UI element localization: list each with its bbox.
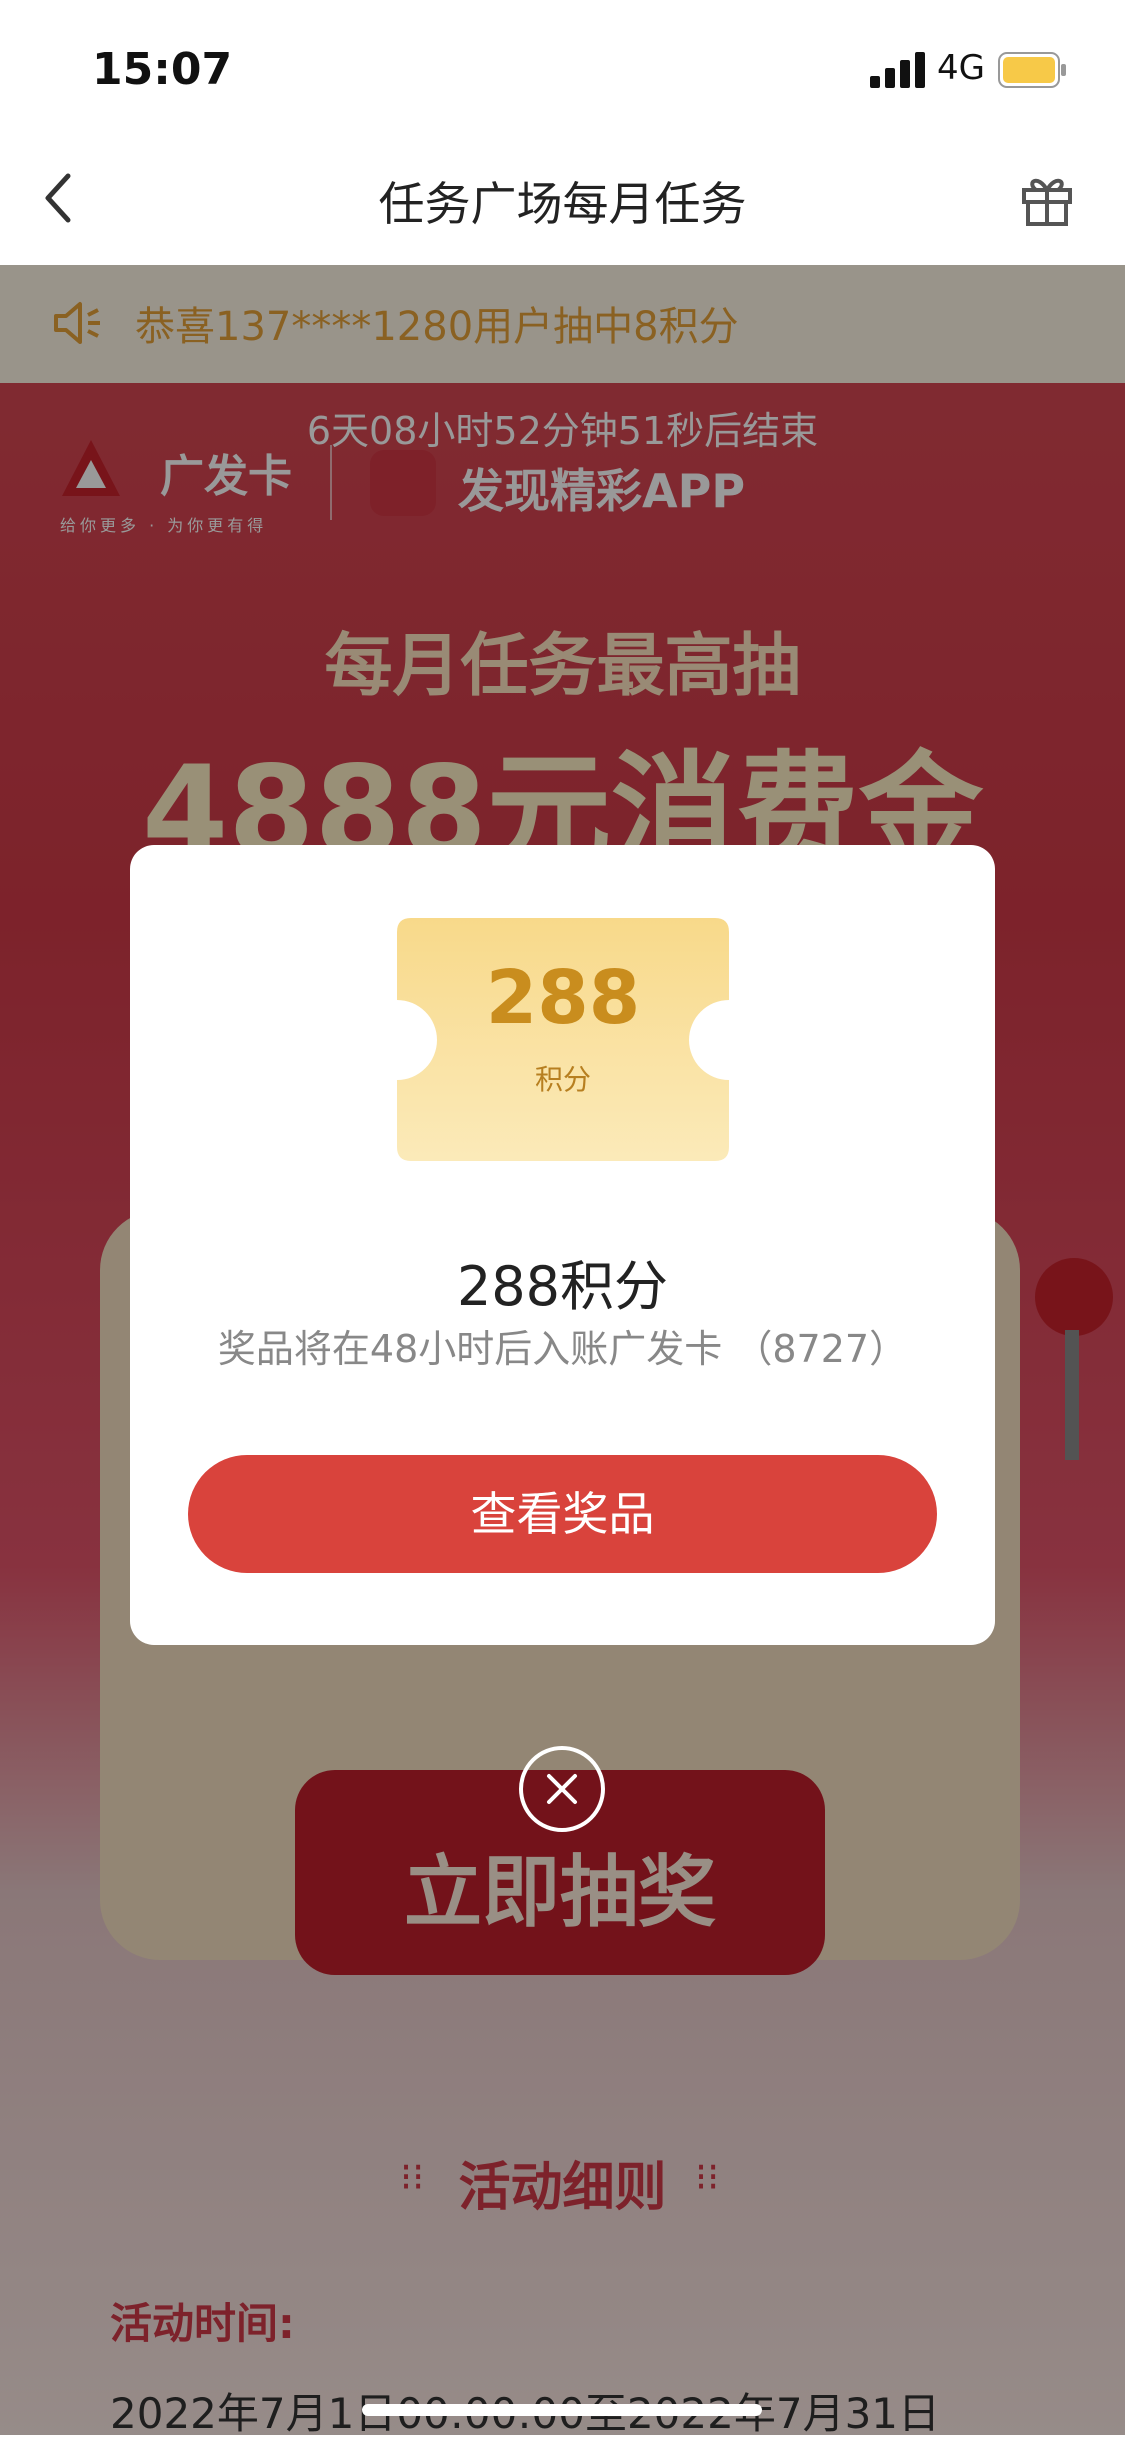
coupon-unit: 积分 bbox=[534, 1063, 591, 1096]
battery-icon bbox=[998, 52, 1066, 88]
close-circle-icon[interactable] bbox=[518, 1745, 606, 1833]
view-prize-button[interactable]: 查看奖品 bbox=[188, 1455, 937, 1573]
prize-title: 288积分 bbox=[456, 1255, 669, 1318]
gift-icon[interactable] bbox=[1018, 170, 1076, 228]
prize-description: 奖品将在48小时后入账广发卡 （8727） bbox=[217, 1327, 908, 1371]
signal-icon bbox=[870, 52, 925, 88]
page-title: 任务广场每月任务 bbox=[378, 177, 747, 231]
home-indicator bbox=[362, 2404, 762, 2416]
network-type: 4G bbox=[937, 48, 985, 88]
status-time: 15:07 bbox=[92, 44, 233, 95]
coupon-value: 288 bbox=[485, 955, 641, 1041]
